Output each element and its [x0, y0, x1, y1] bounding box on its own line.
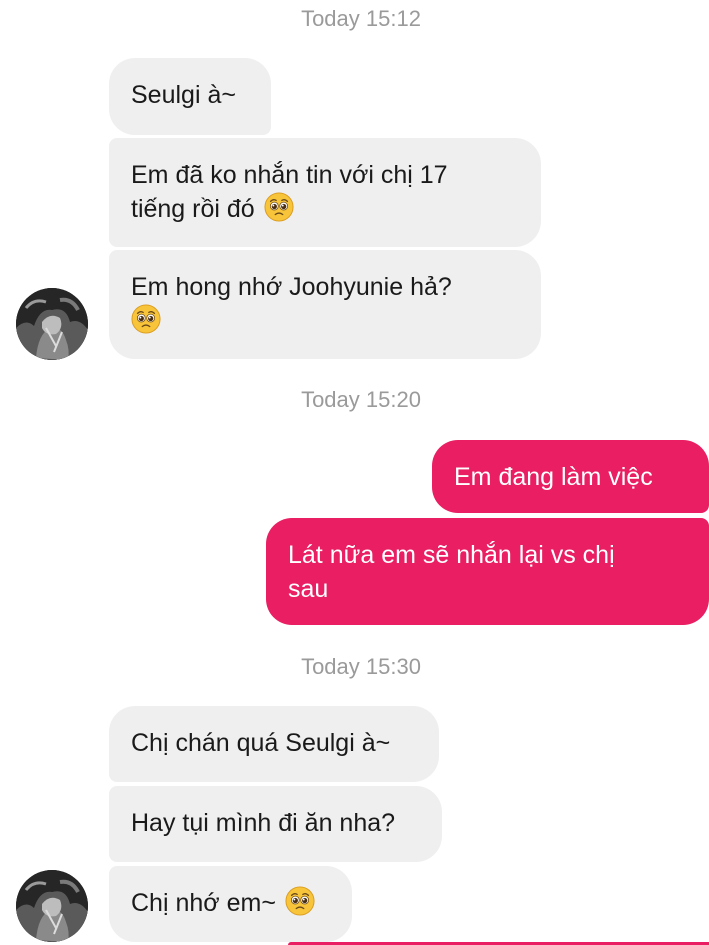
- message-text: sau: [288, 575, 329, 603]
- contact-avatar[interactable]: [16, 870, 88, 942]
- timestamp: Today 15:30: [301, 654, 421, 679]
- timestamp: Today 15:20: [301, 387, 421, 412]
- message-text: Em đang làm việc: [454, 463, 653, 491]
- pleading-face-icon: [264, 192, 294, 222]
- avatar-image: [16, 870, 88, 942]
- message-bubble-incoming[interactable]: Seulgi à~: [109, 58, 271, 135]
- message-bubble-incoming[interactable]: Chị nhớ em~: [109, 866, 352, 942]
- message-text: Chị nhớ em~: [131, 889, 276, 917]
- message-text: Chị chán quá Seulgi à~: [131, 729, 391, 757]
- message-bubble-incoming[interactable]: Em đã ko nhắn tin với chị 17 tiếng rồi đ…: [109, 138, 541, 247]
- message-bubble-incoming[interactable]: Em hong nhớ Joohyunie hả?: [109, 250, 541, 359]
- message-bubble-outgoing[interactable]: Lát nữa em sẽ nhắn lại vs chị sau: [266, 518, 709, 625]
- message-text: Em đã ko nhắn tin với chị 17: [131, 161, 448, 189]
- message-text: tiếng rồi đó: [131, 195, 255, 223]
- message-bubble-incoming[interactable]: Chị chán quá Seulgi à~: [109, 706, 439, 782]
- message-text: Em hong nhớ Joohyunie hả?: [131, 273, 452, 301]
- message-bubble-outgoing[interactable]: Em đang làm việc: [432, 440, 709, 513]
- pleading-face-icon: [131, 304, 161, 334]
- pleading-face-icon: [285, 886, 315, 916]
- contact-avatar[interactable]: [16, 288, 88, 360]
- message-text: Lát nữa em sẽ nhắn lại vs chị: [288, 541, 615, 569]
- avatar-image: [16, 288, 88, 360]
- message-text: Hay tụi mình đi ăn nha?: [131, 809, 396, 837]
- message-bubble-incoming[interactable]: Hay tụi mình đi ăn nha?: [109, 786, 442, 862]
- timestamp: Today 15:12: [301, 6, 421, 31]
- message-text: Seulgi à~: [131, 81, 236, 109]
